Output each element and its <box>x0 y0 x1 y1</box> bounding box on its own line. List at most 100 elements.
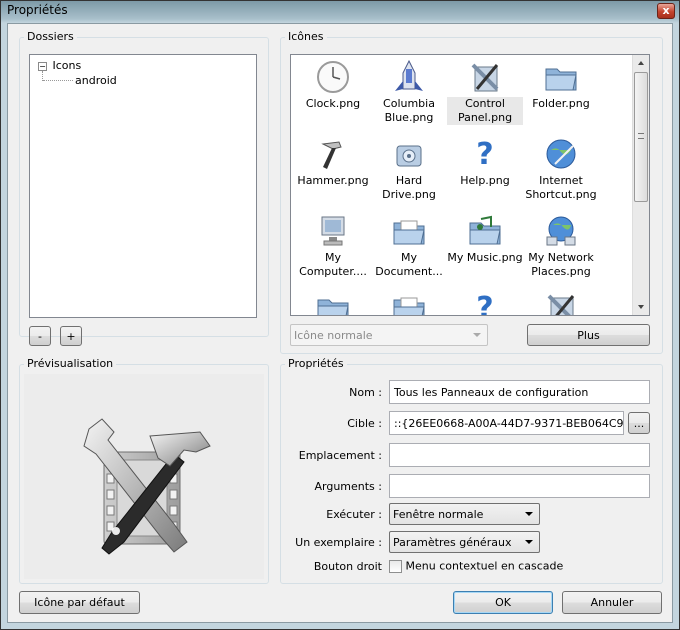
title-bar[interactable]: Propriétés x <box>1 1 679 21</box>
preview-image <box>24 374 264 579</box>
window-title: Propriétés <box>7 3 68 17</box>
network-icon <box>546 216 576 246</box>
tree-node-android[interactable]: android <box>75 74 117 87</box>
chevron-down-icon <box>525 512 533 516</box>
hard-drive-icon <box>396 145 422 167</box>
name-field[interactable]: Tous les Panneaux de configuration <box>389 380 650 404</box>
icon-item-partial[interactable] <box>295 290 371 315</box>
computer-icon <box>321 216 345 246</box>
icon-grid: Clock.png Columbia Blue.png Control Panel.… <box>291 55 633 316</box>
ok-button[interactable]: OK <box>453 591 553 614</box>
tree-connector-h <box>43 80 73 81</box>
clock-icon <box>317 61 349 93</box>
control-panel-preview-icon <box>83 418 211 555</box>
icon-caption: Hard Drive.png <box>382 174 436 201</box>
help-icon: ? <box>476 291 493 316</box>
run-select[interactable]: Fenêtre normale <box>389 503 540 525</box>
browse-button[interactable]: ... <box>628 412 650 434</box>
hammer-icon <box>321 141 342 169</box>
tree-label-icons: Icons <box>52 59 82 72</box>
scrollbar-thumb[interactable] <box>634 72 648 202</box>
close-button[interactable]: x <box>657 3 675 19</box>
icon-item[interactable]: Hard Drive.png <box>371 136 447 202</box>
folder-tree[interactable]: − Icons android <box>29 54 257 318</box>
thumb-grip-icon <box>638 133 644 139</box>
cancel-button[interactable]: Annuler <box>562 591 662 614</box>
arguments-label: Arguments : <box>314 480 382 493</box>
cascade-menu-label: Menu contextuel en cascade <box>405 559 564 573</box>
location-field[interactable] <box>389 443 650 467</box>
globe-icon <box>546 139 576 169</box>
icon-item[interactable]: Internet Shortcut.png <box>523 136 599 202</box>
add-folder-button[interactable]: + <box>60 326 82 346</box>
instance-select[interactable]: Paramètres généraux <box>389 531 540 553</box>
properties-group-label: Propriétés <box>285 357 347 370</box>
icon-caption: Internet Shortcut.png <box>525 174 597 201</box>
scroll-down-arrow-icon[interactable] <box>638 305 644 309</box>
icon-caption: My Music.png <box>447 251 523 264</box>
icon-item[interactable]: Folder.png <box>523 59 599 111</box>
icon-caption: Columbia Blue.png <box>383 97 435 124</box>
preview-group-label: Prévisualisation <box>24 357 117 370</box>
remove-folder-button[interactable]: - <box>29 326 51 346</box>
icon-item[interactable]: My Document... <box>371 213 447 279</box>
icon-item[interactable]: Hammer.png <box>295 136 371 188</box>
folder-icon <box>545 68 577 91</box>
icon-caption: My Computer.... <box>299 251 367 278</box>
icon-caption: Clock.png <box>305 97 361 110</box>
icon-caption: My Document... <box>375 251 443 278</box>
shuttle-icon <box>395 59 423 91</box>
icon-caption: Control Panel.png <box>447 97 523 125</box>
cascade-menu-checkbox[interactable]: Menu contextuel en cascade <box>389 559 563 573</box>
icon-mode-value: Icône normale <box>294 329 373 342</box>
tree-node-icons[interactable]: − Icons <box>38 59 81 73</box>
documents-folder-icon <box>393 220 425 245</box>
svg-text:?: ? <box>476 137 493 172</box>
right-button-label: Bouton droit <box>313 560 382 573</box>
icon-item[interactable]: My Computer.... <box>295 213 371 279</box>
tree-collapse-toggle[interactable]: − <box>38 61 47 71</box>
icon-item[interactable]: My Network Places.png <box>523 213 599 279</box>
icon-item-partial[interactable] <box>523 290 599 315</box>
folders-group-label: Dossiers <box>24 30 77 43</box>
icon-caption: Hammer.png <box>297 174 369 187</box>
svg-text:?: ? <box>476 291 493 316</box>
more-button[interactable]: Plus <box>527 324 650 346</box>
target-field[interactable]: ::{26EE0668-A00A-44D7-9371-BEB064C986 <box>389 411 624 435</box>
icon-caption: Help.png <box>460 174 510 187</box>
folder-icon <box>317 299 349 315</box>
target-label: Cible : <box>347 417 382 430</box>
instance-label: Un exemplaire : <box>295 536 382 549</box>
chevron-down-icon <box>473 333 481 337</box>
icon-caption: Folder.png <box>532 97 590 110</box>
icon-mode-select[interactable]: Icône normale <box>290 324 488 346</box>
icon-item[interactable]: ? Help.png <box>447 136 523 188</box>
music-folder-icon <box>469 215 501 245</box>
properties-window: Propriétés x Dossiers − Icons android - … <box>0 0 680 630</box>
control-panel-icon <box>471 63 499 92</box>
name-label: Nom : <box>349 386 382 399</box>
icon-item-partial[interactable]: ? <box>447 290 523 316</box>
chevron-down-icon <box>525 540 533 544</box>
icon-list-scrollbar[interactable] <box>632 55 649 315</box>
icon-caption: My Network Places.png <box>528 251 594 278</box>
scroll-up-arrow-icon[interactable] <box>638 61 644 65</box>
location-label: Emplacement : <box>298 449 382 462</box>
icon-list[interactable]: Clock.png Columbia Blue.png Control Panel.… <box>290 54 650 316</box>
run-select-value: Fenêtre normale <box>393 508 484 521</box>
run-label: Exécuter : <box>326 508 382 521</box>
documents-folder-icon <box>393 297 425 315</box>
default-icon-button[interactable]: Icône par défaut <box>19 591 140 614</box>
checkbox-box[interactable] <box>389 559 402 573</box>
icon-item-partial[interactable] <box>371 290 447 315</box>
icon-item[interactable]: Control Panel.png <box>447 59 523 125</box>
instance-select-value: Paramètres généraux <box>393 536 512 549</box>
dialog-body: Dossiers − Icons android - + Icônes Cloc… <box>7 23 673 623</box>
icons-group-label: Icônes <box>285 30 327 43</box>
tree-label-android: android <box>75 74 117 87</box>
icon-item[interactable]: Columbia Blue.png <box>371 59 447 125</box>
help-icon: ? <box>476 137 493 172</box>
icon-item[interactable]: My Music.png <box>447 213 523 265</box>
arguments-field[interactable] <box>389 474 650 498</box>
icon-item[interactable]: Clock.png <box>295 59 371 111</box>
